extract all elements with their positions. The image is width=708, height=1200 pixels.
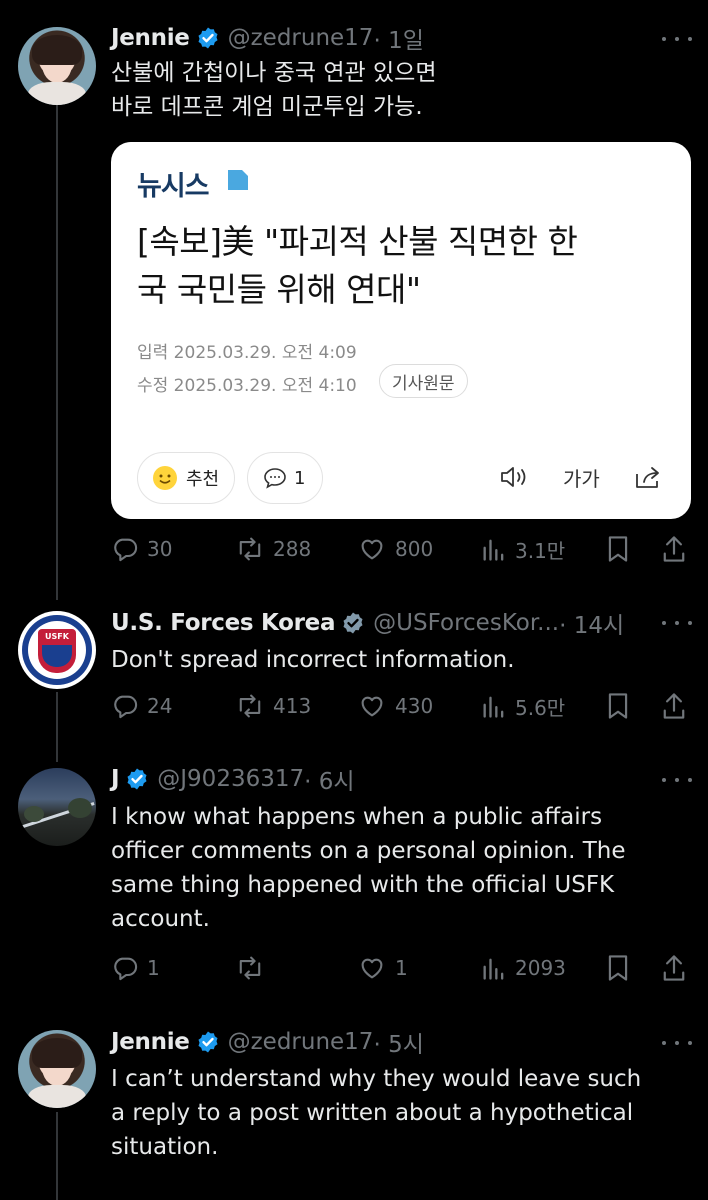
tweet-actions: 24 413 430 5.6만	[111, 689, 691, 723]
share-icon[interactable]	[661, 689, 695, 723]
views-button[interactable]: 5.6만	[481, 689, 565, 723]
like-icon	[361, 539, 383, 560]
bookmark-icon[interactable]	[605, 689, 639, 723]
repost-icon	[239, 956, 261, 980]
link-card[interactable]: 뉴시스 [속보]美 "파괴적 산불 직면한 한 국 국민들 위해 연대" 입력 …	[111, 142, 691, 519]
avatar[interactable]: USFK	[18, 611, 96, 689]
published-date: 입력 2025.03.29. 오전 4:09	[137, 343, 357, 363]
handle[interactable]: @USForcesKor...	[373, 610, 559, 636]
more-icon[interactable]	[662, 1033, 692, 1053]
recommend-label: 추천	[186, 469, 220, 490]
usfk-avatar-text: USFK	[45, 632, 69, 641]
tweet-text: I know what happens when a public affair…	[111, 804, 626, 932]
like-button[interactable]: 1	[357, 951, 408, 985]
repost-icon	[239, 694, 261, 718]
bookmark-icon[interactable]	[605, 951, 639, 985]
handle[interactable]: @zedrune17	[228, 25, 374, 51]
views-count: 2093	[515, 956, 566, 980]
views-icon	[483, 958, 504, 980]
timestamp[interactable]: · 5시	[373, 1025, 423, 1059]
avatar[interactable]	[18, 27, 96, 105]
repost-button[interactable]: 413	[235, 689, 311, 723]
timestamp[interactable]: · 1일	[373, 21, 423, 55]
tweet-header: Jennie @zedrune17 · 5시	[111, 1025, 424, 1059]
reply-icon	[114, 957, 138, 981]
reply-count: 24	[147, 694, 173, 718]
handle[interactable]: @J90236317	[157, 766, 304, 792]
tweet-header: J @J90236317 · 6시	[111, 762, 355, 796]
reply-icon	[114, 538, 138, 562]
tweet-text: 산불에 간첩이나 중국 연관 있으면 바로 데프콘 계엄 미군투입 가능.	[111, 60, 437, 120]
views-icon	[483, 696, 504, 718]
share-icon[interactable]	[661, 532, 695, 566]
verified-badge-icon	[196, 26, 220, 50]
comment-icon	[262, 466, 288, 490]
timestamp[interactable]: · 14시	[559, 606, 624, 640]
views-count: 5.6만	[515, 695, 566, 720]
card-headline[interactable]: [속보]美 "파괴적 산불 직면한 한 국 국민들 위해 연대"	[137, 218, 677, 314]
recommend-button[interactable]: 추천	[137, 452, 235, 504]
avatar[interactable]	[18, 1030, 96, 1108]
tweet-header: U.S. Forces Korea @USForcesKor... · 14시	[111, 606, 624, 640]
repost-count: 413	[273, 694, 312, 718]
tweet-header: Jennie @zedrune17 · 1일	[111, 21, 424, 55]
views-count: 3.1만	[515, 538, 566, 563]
repost-button[interactable]: 288	[235, 532, 311, 566]
like-count: 800	[395, 537, 434, 561]
verified-badge-icon	[341, 611, 365, 635]
like-button[interactable]: 800	[357, 532, 433, 566]
repost-button[interactable]	[235, 951, 273, 985]
like-icon	[361, 696, 383, 717]
display-name[interactable]: Jennie	[111, 1029, 190, 1055]
share-arrow-icon[interactable]	[633, 460, 663, 494]
comment-count: 1	[294, 467, 306, 489]
thread-line	[56, 104, 58, 600]
modified-date: 수정 2025.03.29. 오전 4:10	[137, 376, 357, 396]
thread-line	[56, 1112, 58, 1200]
smile-icon	[152, 465, 178, 491]
verified-badge-icon	[125, 767, 149, 791]
avatar[interactable]	[18, 768, 96, 846]
repost-icon	[239, 537, 261, 561]
reply-button[interactable]: 24	[111, 689, 172, 723]
reply-icon	[114, 695, 138, 719]
more-icon[interactable]	[662, 770, 692, 790]
views-button[interactable]: 2093	[481, 951, 566, 985]
source-logo-mark	[228, 170, 248, 190]
more-icon[interactable]	[662, 29, 692, 49]
tweet-text: I can’t understand why they would leave …	[111, 1066, 642, 1160]
repost-count: 288	[273, 537, 312, 561]
reply-count: 1	[147, 956, 160, 980]
like-count: 1	[395, 956, 408, 980]
font-size-button[interactable]: 가가	[563, 460, 600, 494]
font-size-label: 가가	[563, 466, 600, 491]
display-name[interactable]: J	[111, 766, 120, 792]
bookmark-icon[interactable]	[605, 532, 639, 566]
reply-button[interactable]: 30	[111, 532, 172, 566]
more-icon[interactable]	[662, 613, 692, 633]
display-name[interactable]: Jennie	[111, 25, 190, 51]
like-button[interactable]: 430	[357, 689, 433, 723]
views-icon	[483, 539, 504, 561]
display-name[interactable]: U.S. Forces Korea	[111, 610, 335, 636]
tweet-actions: 1 1 2093	[111, 951, 691, 985]
tweet-text: Don't spread incorrect information.	[111, 647, 515, 673]
original-article-button[interactable]: 기사원문	[379, 364, 468, 398]
like-count: 430	[395, 694, 434, 718]
comment-button[interactable]: 1	[247, 452, 323, 504]
reply-button[interactable]: 1	[111, 951, 160, 985]
share-icon[interactable]	[661, 951, 695, 985]
handle[interactable]: @zedrune17	[228, 1029, 374, 1055]
tweet-actions: 30 288 800 3.1만	[111, 532, 691, 566]
timestamp[interactable]: · 6시	[304, 762, 354, 796]
views-button[interactable]: 3.1만	[481, 532, 565, 566]
like-icon	[361, 958, 383, 979]
speaker-icon[interactable]	[499, 460, 531, 494]
reply-count: 30	[147, 537, 173, 561]
thread-line	[56, 692, 58, 762]
verified-badge-icon	[196, 1030, 220, 1054]
source-logo: 뉴시스	[137, 171, 210, 202]
